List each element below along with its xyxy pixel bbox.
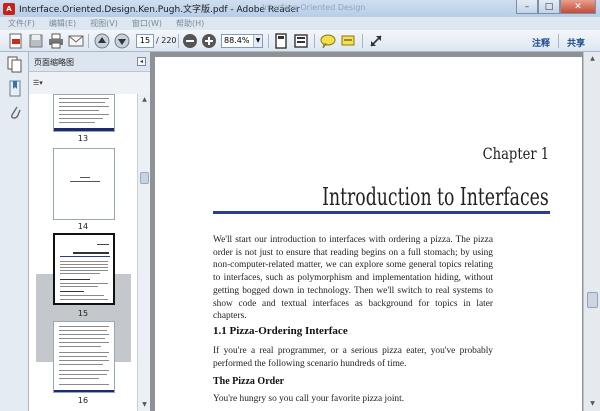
panel-close-button[interactable]: ◂: [137, 57, 146, 66]
thumbnail-scrollbar[interactable]: ▲ ▼: [137, 94, 150, 411]
thumbnail-label: 14: [77, 222, 89, 231]
attachments-icon[interactable]: [7, 104, 23, 122]
panel-title: 页面缩略图: [34, 58, 74, 67]
chapter-rule: [213, 211, 550, 214]
scroll-down-icon[interactable]: ▼: [140, 400, 149, 409]
comment-icon[interactable]: [320, 33, 336, 49]
email-icon[interactable]: [68, 33, 84, 49]
previous-page-icon[interactable]: [94, 33, 110, 49]
thumbnail-label: 15: [77, 309, 89, 318]
thumbnail-list: 13 14 15 16: [29, 94, 137, 411]
fit-width-icon[interactable]: [293, 33, 309, 49]
panel-header: 页面缩略图 ◂: [29, 52, 150, 72]
highlight-icon[interactable]: [340, 33, 356, 49]
share-button[interactable]: 共享: [567, 36, 585, 49]
next-page-icon[interactable]: [114, 33, 130, 49]
window-title: Interface.Oriented.Design.Ken.Pugh.文字版.p…: [19, 5, 300, 15]
thumbnail-page-14[interactable]: [53, 148, 115, 220]
zoom-out-icon[interactable]: [182, 33, 198, 49]
zoom-in-icon[interactable]: [201, 33, 217, 49]
subsection-heading: The Pizza Order: [213, 376, 285, 387]
document-viewport: Chapter 1 Introduction to Interfaces We'…: [150, 52, 600, 411]
thumbnail-page-16[interactable]: [53, 321, 115, 393]
chevron-down-icon[interactable]: ▼: [253, 35, 262, 47]
comment-button[interactable]: 注释: [532, 36, 550, 49]
page-thumbnails-icon[interactable]: [7, 56, 23, 74]
fit-page-icon[interactable]: [273, 33, 289, 49]
document-scroll-thumb[interactable]: [587, 292, 598, 308]
close-button[interactable]: ✕: [560, 0, 596, 14]
document-page: Chapter 1 Introduction to Interfaces We'…: [155, 57, 582, 411]
zoom-select[interactable]: 88.4% ▼: [221, 34, 263, 48]
menu-file[interactable]: 文件(F): [8, 18, 35, 29]
chapter-title: Introduction to Interfaces: [322, 183, 549, 211]
scroll-up-icon[interactable]: ▲: [140, 95, 149, 104]
save-icon[interactable]: [28, 33, 44, 49]
menu-view[interactable]: 视图(V): [90, 18, 118, 29]
adobe-reader-icon: A: [3, 2, 15, 15]
bookmarks-icon[interactable]: [7, 80, 23, 98]
thumbnail-page-13[interactable]: [53, 94, 115, 132]
subsection-paragraph: You're hungry so you call your favorite …: [213, 394, 405, 404]
scroll-down-icon[interactable]: ▼: [588, 399, 597, 408]
thumbnail-page-15[interactable]: [53, 233, 115, 305]
section-heading: 1.1 Pizza-Ordering Interface: [213, 325, 348, 337]
menu-edit[interactable]: 编辑(E): [49, 18, 76, 29]
title-bar: A Interface.Oriented.Design.Ken.Pugh.文字版…: [0, 0, 600, 17]
panel-options-icon[interactable]: ☰▾: [33, 79, 51, 89]
section-paragraph: If you're a real programmer, or a seriou…: [213, 346, 493, 369]
expand-icon[interactable]: [368, 33, 384, 49]
chapter-label: Chapter 1: [482, 144, 549, 163]
thumbnail-label: 13: [77, 134, 89, 143]
scroll-up-icon[interactable]: ▲: [588, 54, 597, 63]
maximize-button[interactable]: □: [538, 0, 560, 14]
ghost-window-title: Interface Oriented Design: [262, 3, 366, 12]
print-icon[interactable]: [48, 33, 64, 49]
thumbnail-panel: 页面缩略图 ◂ ☰▾ 13 14 15 16 ▲ ▼: [29, 52, 150, 411]
minimize-button[interactable]: –: [516, 0, 538, 14]
document-scrollbar[interactable]: ▲ ▼: [583, 52, 600, 411]
create-pdf-icon[interactable]: [8, 33, 24, 49]
page-total: / 220: [156, 36, 177, 45]
zoom-value: 88.4%: [224, 36, 250, 45]
menu-help[interactable]: 帮助(H): [176, 18, 204, 29]
intro-paragraph: We'll start our introduction to interfac…: [213, 235, 493, 322]
thumbnail-label: 16: [77, 396, 89, 405]
menu-bar: 文件(F) 编辑(E) 视图(V) 窗口(W) 帮助(H): [0, 17, 600, 30]
toolbar: 15 / 220 88.4% ▼ 注释 共享: [0, 30, 600, 52]
navigation-icon-strip: [0, 52, 29, 411]
menu-window[interactable]: 窗口(W): [132, 18, 162, 29]
page-number-input[interactable]: 15: [136, 34, 154, 48]
thumbnail-scroll-thumb[interactable]: [140, 172, 149, 184]
